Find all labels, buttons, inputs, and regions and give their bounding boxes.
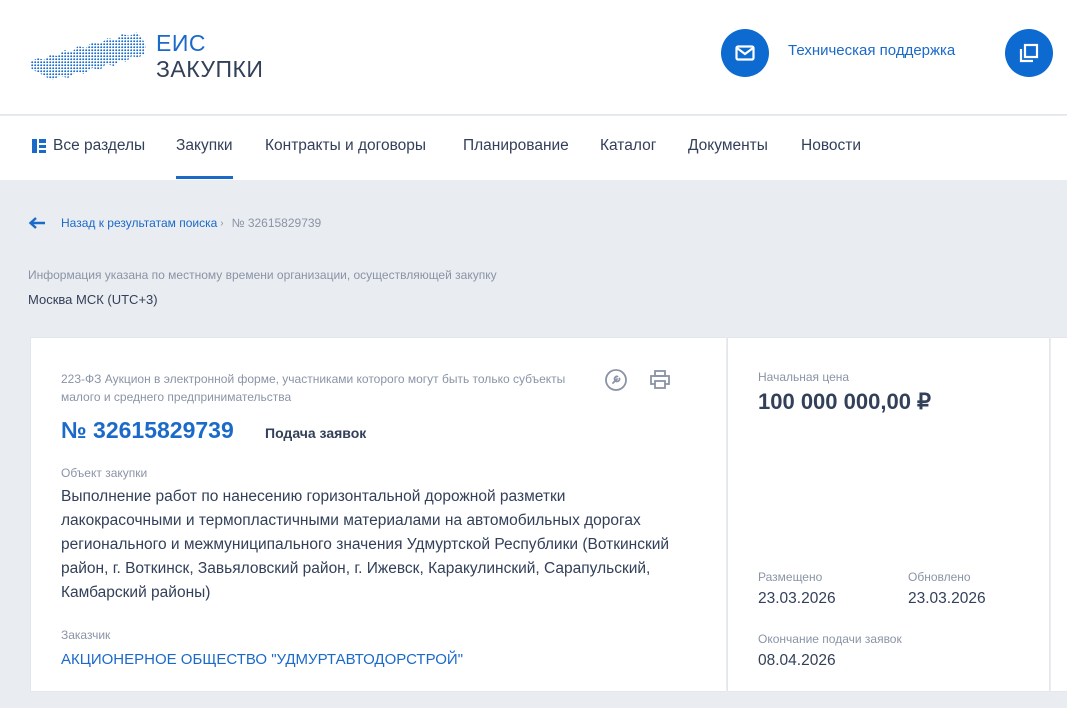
back-arrow-icon[interactable] bbox=[28, 216, 46, 230]
cabinet-icon bbox=[1019, 43, 1039, 63]
nav-purchases[interactable]: Закупки bbox=[176, 137, 233, 179]
site-header: ЕИС ЗАКУПКИ Техническая поддержка bbox=[0, 0, 1067, 115]
updated-date: 23.03.2026 bbox=[908, 590, 986, 607]
nav-planning[interactable]: Планирование bbox=[463, 137, 569, 155]
customer-label: Заказчик bbox=[61, 628, 111, 642]
nav-all-sections[interactable]: Все разделы bbox=[53, 137, 145, 155]
eis-logo[interactable]: ЕИС ЗАКУПКИ bbox=[28, 26, 288, 90]
breadcrumb-current: № 32615829739 bbox=[231, 216, 322, 230]
chevron-right-icon: › bbox=[220, 217, 224, 229]
card-edge bbox=[1051, 337, 1067, 692]
object-description: Выполнение работ по нанесению горизонтал… bbox=[61, 488, 670, 601]
mail-icon bbox=[735, 45, 755, 61]
posted-date: 23.03.2026 bbox=[758, 590, 836, 607]
registry-number[interactable]: № 32615829739 bbox=[61, 417, 234, 444]
support-mail-button[interactable] bbox=[721, 29, 769, 77]
deadline-date: 08.04.2026 bbox=[758, 652, 836, 669]
timezone-note: Информация указана по местному времени о… bbox=[28, 268, 497, 282]
logo-wordmark: ЕИС ЗАКУПКИ bbox=[156, 30, 263, 82]
main-nav: Все разделы Закупки Контракты и договоры… bbox=[0, 116, 1067, 180]
print-icon[interactable] bbox=[648, 368, 672, 392]
personal-cabinet-button[interactable] bbox=[1005, 29, 1053, 77]
purchase-card: 223-ФЗ Аукцион в электронной форме, учас… bbox=[30, 337, 726, 692]
posted-label: Размещено bbox=[758, 570, 823, 584]
deadline-label: Окончание подачи заявок bbox=[758, 632, 902, 646]
price-value: 100 000 000,00 ₽ bbox=[758, 389, 932, 414]
sections-icon bbox=[32, 139, 46, 153]
nav-contracts[interactable]: Контракты и договоры bbox=[265, 137, 426, 155]
support-link[interactable]: Техническая поддержка bbox=[788, 42, 955, 59]
customer-link[interactable]: АКЦИОНЕРНОЕ ОБЩЕСТВО "УДМУРТАВТОДОРСТРОЙ… bbox=[61, 651, 463, 668]
updated-label: Обновлено bbox=[908, 570, 971, 584]
timezone-value: Москва МСК (UTC+3) bbox=[28, 292, 158, 307]
object-label: Объект закупки bbox=[61, 466, 148, 480]
logo-line1: ЕИС bbox=[156, 30, 206, 56]
nav-news[interactable]: Новости bbox=[801, 137, 861, 155]
purchase-summary-panel: Начальная цена 100 000 000,00 ₽ Размещен… bbox=[727, 337, 1050, 692]
nav-catalog[interactable]: Каталог bbox=[600, 137, 656, 155]
nav-documents[interactable]: Документы bbox=[688, 137, 768, 155]
procedure-type: 223-ФЗ Аукцион в электронной форме, учас… bbox=[61, 372, 566, 404]
wrench-icon[interactable] bbox=[604, 368, 628, 392]
back-to-results-link[interactable]: Назад к результатам поиска bbox=[61, 216, 217, 230]
status-badge: Подача заявок bbox=[265, 425, 367, 441]
russia-map-icon bbox=[30, 32, 146, 80]
price-label: Начальная цена bbox=[758, 370, 850, 384]
logo-line2: ЗАКУПКИ bbox=[156, 56, 264, 82]
breadcrumb: Назад к результатам поиска › № 326158297… bbox=[28, 214, 321, 232]
